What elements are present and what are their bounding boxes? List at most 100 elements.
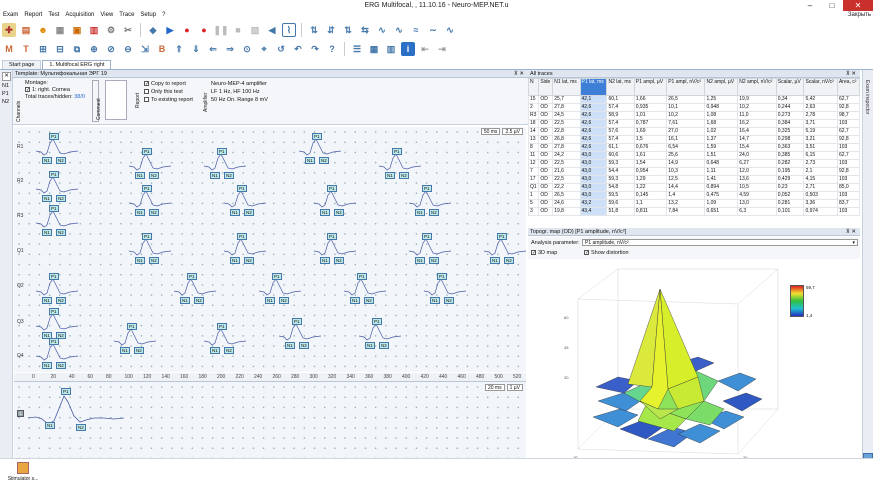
trace-marker-p1[interactable]: P1 [327,233,337,240]
table-row[interactable]: R3 OD 24,5 42,6 58,9 1,01 10,2 1,08 11,0 0,273 2,7… [528,111,860,120]
trace-right-icon[interactable]: ⇒ [223,42,237,56]
trace-waveform[interactable] [343,278,387,296]
column-header[interactable]: N2 lat, ms [606,78,635,96]
trace-marker-n1[interactable]: N1 [135,172,145,179]
trace-marker-p1[interactable]: P1 [497,233,507,240]
record-icon[interactable]: ● [180,23,194,37]
trace-waveform[interactable] [35,313,79,331]
wave-sum-icon[interactable]: ∿ [443,23,457,37]
trace-waveform[interactable] [128,238,172,256]
trace-marker-n2[interactable]: N2 [364,297,374,304]
trace-waveform[interactable] [483,238,526,256]
layout-list-icon[interactable]: ☰ [350,42,364,56]
menu-trace[interactable]: Trace [119,11,134,20]
trace-marker-p1[interactable]: P1 [217,323,227,330]
trace-marker-n2[interactable]: N2 [224,172,234,179]
column-header[interactable]: Side [538,78,554,96]
table-row[interactable]: 1 OD 26,5 43,0 59,5 0,145 1,4 0,475 4,59 0,052 0,5… [528,191,860,200]
trace-redo-icon[interactable]: ↷ [308,42,322,56]
trace-marker-p1[interactable]: P1 [49,338,59,345]
param-select[interactable]: P1 amplitude, nV/c² ▾ [582,239,858,246]
trace-add-icon[interactable]: ⊞ [36,42,50,56]
trace-marker-n1[interactable]: N1 [415,209,425,216]
patient-icon[interactable]: ☻ [36,23,50,37]
wave-time-select[interactable]: 20 ms [484,384,505,391]
close-window-button[interactable]: ✕ [843,0,873,11]
strip-item-n1[interactable]: N1 [2,83,12,89]
trace-marker-p1[interactable]: P1 [422,185,432,192]
table-row[interactable]: Q1 OD 22,2 43,0 54,8 1,22 14,4 0,894 10,5 0,23 2,7… [528,183,860,192]
to-existing-report-checkbox[interactable] [144,97,149,103]
trace-marker-n2[interactable]: N2 [149,172,159,179]
trace-down-icon[interactable]: ⇓ [189,42,203,56]
record-stop-icon[interactable]: ● [197,23,211,37]
trace-marker-n2[interactable]: N2 [504,257,514,264]
trace-marker-n1[interactable]: N1 [210,347,220,354]
trace-zoom-icon[interactable]: ⊙ [240,42,254,56]
trace-waveform[interactable] [35,176,79,194]
distortion-toggle[interactable]: ✓ Show distortion [584,250,629,256]
trace-marker-n1[interactable]: N1 [320,257,330,264]
trace-marker-p1[interactable]: P1 [312,133,322,140]
trace-help-icon[interactable]: ? [325,42,339,56]
trace-left-icon[interactable]: ⇐ [206,42,220,56]
trace-marker-n2[interactable]: N2 [444,297,454,304]
trace-marker-n2[interactable]: N2 [279,297,289,304]
folder-icon[interactable]: ▣ [70,23,84,37]
trace-fit-icon[interactable]: ⌖ [257,42,271,56]
menu-acquisition[interactable]: Acquisition [65,11,94,20]
trace-move-icon[interactable]: ⇲ [138,42,152,56]
trace-marker-p1[interactable]: P1 [49,133,59,140]
trace-marker-n1[interactable]: N1 [385,172,395,179]
column-header[interactable]: N2 ampl, nV/c² [737,78,777,96]
trace-marker-p1[interactable]: P1 [142,233,152,240]
pin-icon[interactable]: ⊼ ✕ [846,228,856,236]
strip-item-p1[interactable]: P1 [2,91,12,97]
stimulator-icon[interactable]: ◆ [146,23,160,37]
trace-marker-n2[interactable]: N2 [194,297,204,304]
trace-marker-n2[interactable]: N2 [134,347,144,354]
table-row[interactable]: 7 OD 21,6 43,0 54,4 0,954 10,3 1,11 12,0 0,195 2,1… [528,167,860,176]
print-icon[interactable]: ▦ [53,23,67,37]
trace-marker-p1[interactable]: P1 [49,308,59,315]
import-icon[interactable]: ⇥ [435,42,449,56]
column-header[interactable]: P1 ampl, µV [633,78,668,96]
trace-marker-n2[interactable]: N2 [56,362,66,369]
marker-brf-icon[interactable]: B [155,42,169,56]
trace-marker-n2[interactable]: N2 [334,209,344,216]
trace-marker-n2[interactable]: N2 [244,257,254,264]
trace-marker-n1[interactable]: N1 [230,209,240,216]
wave-shift-icon[interactable]: ∿ [392,23,406,37]
trace-waveform[interactable] [35,210,79,228]
copy-to-report-checkbox[interactable]: ✓ [144,81,149,87]
trace-marker-n1[interactable]: N1 [365,342,375,349]
trace-waveform[interactable] [203,328,247,346]
trace-marker-p1[interactable]: P1 [272,273,282,280]
trace-waveform[interactable] [173,278,217,296]
play-icon[interactable]: ▶ [163,23,177,37]
trace-waveform[interactable] [378,153,422,171]
maximize-button[interactable]: □ [821,0,843,11]
trace-waveform[interactable] [35,343,79,361]
only-this-test-checkbox[interactable] [144,89,149,95]
sound-icon[interactable]: ◀ [265,23,279,37]
trace-marker-n1[interactable]: N1 [230,257,240,264]
trace-marker-p1[interactable]: P1 [142,185,152,192]
table-row[interactable]: 5 OD 24,6 43,2 59,6 1,1 13,2 1,09 13,0 0,281 3,36 8… [528,199,860,208]
menu-help[interactable]: ? [162,11,165,20]
marker-m-icon[interactable]: M [2,42,16,56]
trace-marker-n2[interactable]: N2 [224,347,234,354]
table-row[interactable]: 12 OD 22,5 43,0 59,3 1,54 14,9 0,648 6,27 0,282 2,… [528,159,860,168]
trace-marker-p1[interactable]: P1 [217,148,227,155]
trace-marker-p1[interactable]: P1 [49,205,59,212]
tools-icon[interactable]: ✂ [121,23,135,37]
pause-icon[interactable]: ❚❚ [213,23,228,37]
trace-marker-n2[interactable]: N2 [149,257,159,264]
table-row[interactable]: 15 OD 25,7 42,1 60,1 1,66 26,5 1,25 19,9 0,34 5,42… [528,95,860,104]
tab-multifocal-erg[interactable]: 1. Multifocal ERG right [42,60,112,69]
to-existing-report[interactable]: To existing report [144,97,193,104]
trace-marker-n1[interactable]: N1 [42,297,52,304]
trace-waveform[interactable] [313,190,357,208]
trace-marker-n2[interactable]: N2 [399,172,409,179]
menu-setup[interactable]: Setup [140,11,156,20]
